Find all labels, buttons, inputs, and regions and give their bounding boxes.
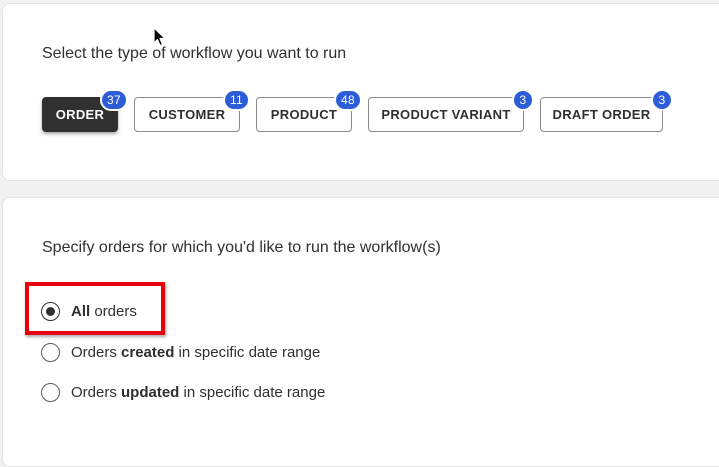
order-scope-heading: Specify orders for which you'd like to r… [42,239,441,256]
orders-updated-radio-option[interactable]: Orders updated in specific date range [41,381,325,403]
workflow-type-draft-order-button[interactable]: DRAFT ORDER 3 [540,89,673,132]
all-orders-radio-option[interactable]: All orders [41,300,137,322]
radio-button[interactable] [41,342,60,362]
workflow-type-card: Select the type of workflow you want to … [2,3,719,181]
count-badge: 3 [512,89,534,111]
radio-label: All orders [71,302,137,320]
order-scope-card: Specify orders for which you'd like to r… [2,197,719,467]
workflow-type-order-button[interactable]: ORDER 37 [42,89,128,132]
count-badge: 3 [651,89,673,111]
workflow-type-label: DRAFT ORDER [552,107,651,122]
workflow-type-customer-button[interactable]: CUSTOMER 11 [134,89,250,132]
workflow-type-label: PRODUCT [270,107,338,122]
count-badge: 48 [334,89,362,111]
radio-label: Orders updated in specific date range [71,383,326,401]
radio-button[interactable] [41,382,60,402]
count-badge: 11 [222,89,250,111]
radio-button-selected[interactable] [41,301,60,321]
radio-label: Orders created in specific date range [71,343,321,361]
workflow-type-label: PRODUCT VARIANT [381,107,511,122]
workflow-type-label: ORDER [55,107,105,122]
workflow-type-label: CUSTOMER [148,107,226,122]
radio-dot-icon [46,306,55,316]
count-badge: 37 [100,89,128,111]
workflow-type-heading: Select the type of workflow you want to … [42,45,347,62]
workflow-type-product-button[interactable]: PRODUCT 48 [256,89,362,132]
orders-created-radio-option[interactable]: Orders created in specific date range [41,341,320,363]
workflow-type-product-variant-button[interactable]: PRODUCT VARIANT 3 [368,89,534,132]
